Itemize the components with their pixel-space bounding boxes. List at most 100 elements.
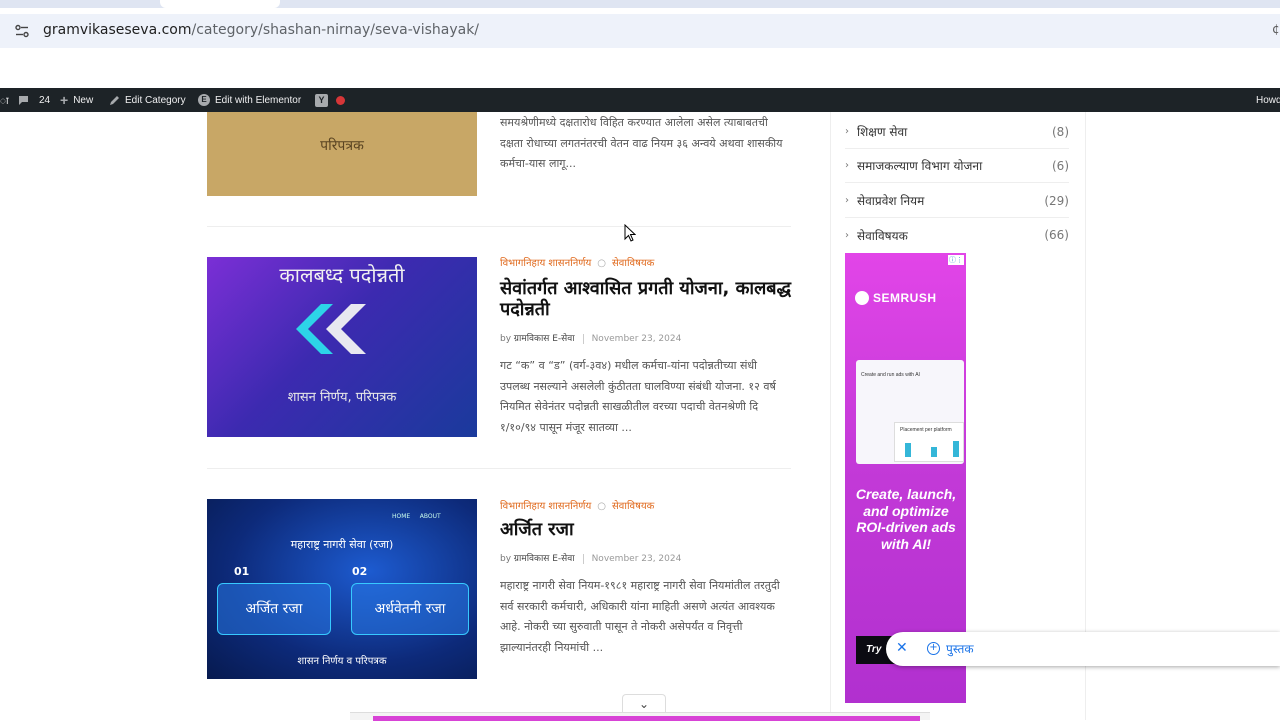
admin-bar-yoast[interactable]: Y xyxy=(315,88,345,112)
ad-brand: SEMRUSH xyxy=(855,291,937,305)
admin-bar-site-label: ा xyxy=(0,96,9,107)
thumbnail-num-2: 02 xyxy=(352,565,368,578)
post-title[interactable]: सेवांतर्गत आश्वासित प्रगती योजना, कालबद्… xyxy=(500,278,800,320)
mouse-cursor-icon xyxy=(624,224,636,242)
thumbnail-footer: शासन निर्णय व परिपत्रक xyxy=(297,656,387,667)
new-label: New xyxy=(73,94,94,106)
seo-status-dot-icon xyxy=(336,95,345,105)
category-separator: ○ xyxy=(597,258,607,269)
sidebar-border xyxy=(1085,112,1086,720)
thumbnail-num-1: 01 xyxy=(234,565,250,578)
site-info-icon[interactable] xyxy=(14,23,30,39)
double-chevron-left-icon xyxy=(296,304,366,354)
chevron-right-icon: › xyxy=(845,229,849,241)
chevron-down-icon: ⌄ xyxy=(638,697,650,711)
ad-bar xyxy=(905,443,911,457)
post-title[interactable]: अर्जित रजा xyxy=(500,519,800,540)
category-label: सेवाविषयक xyxy=(857,228,908,243)
chevron-right-icon: › xyxy=(845,126,849,137)
category-count: (8) xyxy=(1052,124,1069,139)
url-text[interactable]: gramvikaseseva.com/category/shashan-nirn… xyxy=(43,22,479,38)
post-categories: विभागनिहाय शासननिर्णय ○ सेवाविषयक xyxy=(500,498,654,512)
post-excerpt: समयश्रेणीमध्ये दक्षतारोध विहित करण्यात आ… xyxy=(500,116,783,170)
chevron-right-icon: › xyxy=(845,195,849,206)
anchor-ad-collapse-button[interactable]: ⌄ xyxy=(622,694,666,712)
ad-screenshot-card: Placement per platform xyxy=(894,422,964,462)
post-author[interactable]: ग्रामविकास E-सेवा xyxy=(514,334,575,344)
post-thumbnail[interactable]: HOME ABOUT महाराष्ट्र नागरी सेवा (रजा) 0… xyxy=(207,499,477,679)
post-author[interactable]: ग्रामविकास E-सेवा xyxy=(514,554,575,564)
sidebar-category-item[interactable]: › सेवाप्रवेश नियम (29) xyxy=(845,184,1069,218)
active-tab[interactable] xyxy=(160,0,280,8)
admin-bar-edit-category[interactable]: Edit Category xyxy=(109,88,186,112)
comments-count: 24 xyxy=(39,94,51,106)
category-count: (29) xyxy=(1044,193,1069,208)
post-date: November 23, 2024 xyxy=(582,554,682,564)
ad-product-screenshot: Create and run ads with AI Placement per… xyxy=(856,360,964,464)
post-byline: by ग्रामविकास E-सेवा November 23, 2024 xyxy=(500,334,682,344)
thumbnail-text: परिपत्रक xyxy=(320,138,364,154)
ad-screenshot-card-title: Placement per platform xyxy=(900,427,952,433)
admin-bar-account[interactable]: Howd xyxy=(1256,88,1280,112)
elementor-label: Edit with Elementor xyxy=(215,94,302,106)
edit-category-label: Edit Category xyxy=(125,94,186,106)
category-link[interactable]: विभागनिहाय शासननिर्णय xyxy=(500,501,591,512)
plus-icon: + xyxy=(60,92,69,108)
sidebar-category-item[interactable]: › समाजकल्याण विभाग योजना (6) xyxy=(845,149,1069,183)
ad-screenshot-title: Create and run ads with AI xyxy=(861,372,920,378)
sidebar-category-item[interactable]: › शिक्षण सेवा (8) xyxy=(845,115,1069,149)
thumbnail-header: महाराष्ट्र नागरी सेवा (रजा) xyxy=(290,538,394,551)
thumbnail-nav-item: HOME xyxy=(392,513,411,520)
anchor-ad[interactable] xyxy=(350,712,930,721)
category-link[interactable]: विभागनिहाय शासननिर्णय xyxy=(500,258,591,269)
ad-bar xyxy=(953,441,959,457)
post-excerpt: गट “क” व “ड” (वर्ग-३व४) मधील कर्मचा-यांन… xyxy=(500,359,776,434)
ad-brand-name: SEMRUSH xyxy=(873,291,937,305)
category-label: समाजकल्याण विभाग योजना xyxy=(857,159,983,173)
brand-logo-icon xyxy=(855,291,869,305)
post-date: November 23, 2024 xyxy=(582,334,682,344)
post-thumbnail[interactable]: कालबध्द पदोन्नती शासन निर्णय, परिपत्रक xyxy=(207,257,477,437)
address-bar[interactable]: gramvikaseseva.com/category/shashan-nirn… xyxy=(0,14,1280,48)
thumbnail-box-2: अर्धवेतनी रजा xyxy=(351,583,469,635)
admin-bar-new[interactable]: + New xyxy=(60,88,93,112)
category-count: (6) xyxy=(1052,158,1069,173)
comment-icon xyxy=(19,95,28,105)
thumbnail-subtitle: शासन निर्णय, परिपत्रक xyxy=(287,390,397,405)
account-greeting: Howd xyxy=(1256,94,1280,106)
sidebar-category-item[interactable]: › सेवाविषयक (66) xyxy=(845,218,1069,252)
url-path: /category/shashan-nirnay/seva-vishayak/ xyxy=(191,22,480,38)
admin-bar-elementor[interactable]: E Edit with Elementor xyxy=(198,88,301,112)
admin-bar-comments[interactable]: 24 xyxy=(18,88,50,112)
yoast-icon: Y xyxy=(315,93,328,107)
ad-bar xyxy=(931,447,937,457)
pencil-icon xyxy=(110,95,119,105)
post-divider xyxy=(207,468,791,469)
booklet-popup: ✕ + पुस्तक xyxy=(886,632,1280,666)
sidebar-border xyxy=(830,112,831,720)
post-thumbnail[interactable]: परिपत्रक xyxy=(207,112,477,196)
post-categories: विभागनिहाय शासननिर्णय ○ सेवाविषयक xyxy=(500,255,654,269)
url-host: gramvikaseseva.com xyxy=(43,22,192,38)
post-excerpt: महाराष्ट्र नागरी सेवा नियम-१९८१ महाराष्ट… xyxy=(500,579,780,654)
post-byline: by ग्रामविकास E-सेवा November 23, 2024 xyxy=(500,554,682,564)
category-count: (66) xyxy=(1044,228,1069,242)
overflow-icon[interactable]: ¢ xyxy=(1272,22,1280,36)
adchoices-icon[interactable]: ⓘ⋮ xyxy=(948,255,964,265)
tab-strip xyxy=(0,0,1280,8)
thumbnail-nav-item: ABOUT xyxy=(419,513,441,520)
category-link[interactable]: सेवाविषयक xyxy=(612,258,654,269)
category-separator: ○ xyxy=(597,501,607,512)
admin-bar-site-partial[interactable]: ा xyxy=(0,88,9,112)
category-link[interactable]: सेवाविषयक xyxy=(612,501,654,512)
add-circle-icon[interactable]: + xyxy=(927,642,940,655)
category-label: शिक्षण सेवा xyxy=(857,125,908,139)
popup-label[interactable]: पुस्तक xyxy=(946,640,974,657)
anchor-ad-creative xyxy=(373,716,920,721)
close-icon[interactable]: ✕ xyxy=(896,640,910,658)
thumbnail-nav: HOME ABOUT xyxy=(392,513,441,520)
category-label: सेवाप्रवेश नियम xyxy=(857,194,925,208)
post-divider xyxy=(207,226,791,227)
wp-admin-bar: ा 24 + New Edit Category E Edit with Ele… xyxy=(0,88,1280,112)
thumbnail-title: कालबध्द पदोन्नती xyxy=(279,263,405,287)
